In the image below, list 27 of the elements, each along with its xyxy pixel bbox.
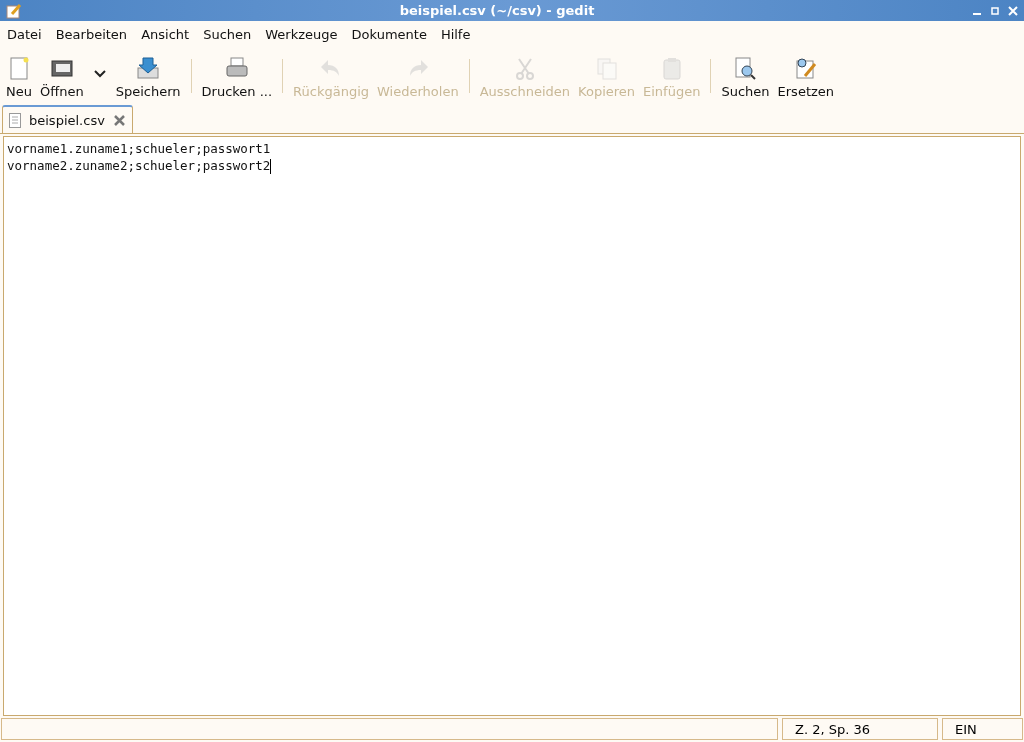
text-editor[interactable]: vorname1.zuname1;schueler;passwort1 vorname2.zuname2;schueler;passwort2 bbox=[3, 136, 1021, 716]
menu-item[interactable]: Suchen bbox=[203, 26, 252, 42]
cursor-position: Z. 2, Sp. 36 bbox=[782, 718, 938, 740]
text-line: vorname1.zuname1;schueler;passwort1 bbox=[7, 141, 271, 156]
menu-item[interactable]: Bearbeiten bbox=[55, 26, 128, 42]
menu-item[interactable]: Dokumente bbox=[351, 26, 427, 42]
window-title: beispiel.csv (~/csv) - gedit bbox=[398, 3, 596, 18]
menu-item[interactable]: Datei bbox=[7, 26, 42, 42]
toolbar-button[interactable]: Speichern bbox=[111, 56, 185, 99]
toolbar-button[interactable]: Ersetzen bbox=[773, 56, 839, 99]
notepad-icon bbox=[6, 2, 22, 19]
toolbar-button[interactable]: Neu bbox=[2, 56, 36, 99]
toolbar-button[interactable]: Drucken ... bbox=[197, 56, 277, 99]
document-tab[interactable]: beispiel.csv bbox=[2, 105, 133, 133]
text-cursor bbox=[270, 159, 272, 174]
caret-icon bbox=[93, 70, 106, 78]
text-line: vorname2.zuname2;schueler;passwort2 bbox=[7, 158, 271, 173]
insert-mode: EIN bbox=[942, 718, 1023, 740]
menu-item[interactable]: Hilfe bbox=[440, 26, 471, 42]
save-icon bbox=[135, 56, 162, 82]
toolbar-button[interactable]: Suchen bbox=[717, 56, 774, 99]
document-icon bbox=[9, 112, 21, 128]
menu-item[interactable]: Werkzeuge bbox=[265, 26, 338, 42]
menu-item[interactable]: Ansicht bbox=[141, 26, 190, 42]
toolbar-button[interactable]: Öffnen bbox=[36, 56, 88, 99]
maximize-icon[interactable] bbox=[990, 5, 1000, 16]
close-icon[interactable] bbox=[112, 113, 126, 127]
